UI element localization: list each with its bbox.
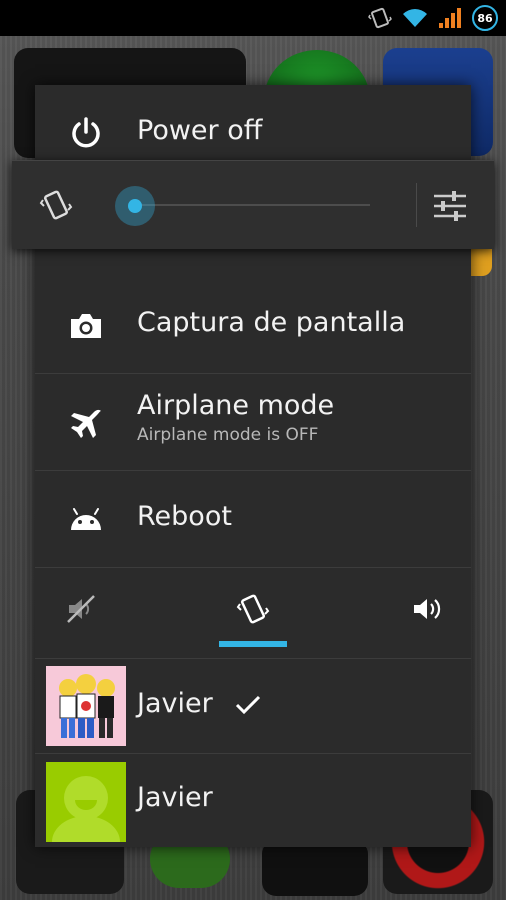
user-avatar <box>46 666 126 746</box>
signal-icon <box>438 7 462 29</box>
airplane-icon <box>65 402 107 444</box>
sd-app-icon[interactable] <box>262 840 368 896</box>
sliders-icon[interactable] <box>432 189 468 227</box>
airplane-mode-status: Airplane mode is OFF <box>137 425 319 445</box>
user-name: Javier <box>137 688 213 719</box>
screenshot-label: Captura de pantalla <box>137 307 406 338</box>
android-icon <box>65 499 107 541</box>
airplane-mode-label: Airplane mode <box>137 390 335 421</box>
user-name: Javier <box>137 782 213 813</box>
silent-mode-button[interactable] <box>51 586 111 636</box>
user-item[interactable]: Javier <box>35 754 471 847</box>
checkmark-icon <box>235 694 261 720</box>
reboot-item[interactable]: Reboot <box>35 471 471 568</box>
vibrate-icon <box>236 592 270 630</box>
silent-icon <box>65 593 97 629</box>
selected-mode-indicator <box>219 641 287 647</box>
camera-icon <box>65 305 107 347</box>
power-off-label: Power off <box>137 115 263 146</box>
user-item[interactable]: Javier <box>35 658 471 754</box>
airplane-mode-item[interactable]: Airplane mode Airplane mode is OFF <box>35 374 471 471</box>
volume-slider-track[interactable] <box>132 204 370 206</box>
wifi-icon <box>402 7 428 29</box>
screenshot-item[interactable]: Captura de pantalla <box>35 277 471 374</box>
vibrate-mode-button[interactable] <box>223 586 283 636</box>
default-user-avatar <box>46 762 126 842</box>
reboot-label: Reboot <box>137 501 232 532</box>
status-bar: 86 <box>0 0 506 36</box>
vibrate-icon[interactable] <box>38 187 74 227</box>
volume-slider-thumb[interactable] <box>115 186 155 226</box>
sound-on-mode-button[interactable] <box>397 586 457 636</box>
power-icon <box>65 112 107 154</box>
battery-indicator: 86 <box>472 5 498 31</box>
volume-panel <box>12 160 494 249</box>
sound-on-icon <box>411 593 443 629</box>
divider <box>416 183 417 227</box>
vibrate-icon <box>368 6 392 30</box>
